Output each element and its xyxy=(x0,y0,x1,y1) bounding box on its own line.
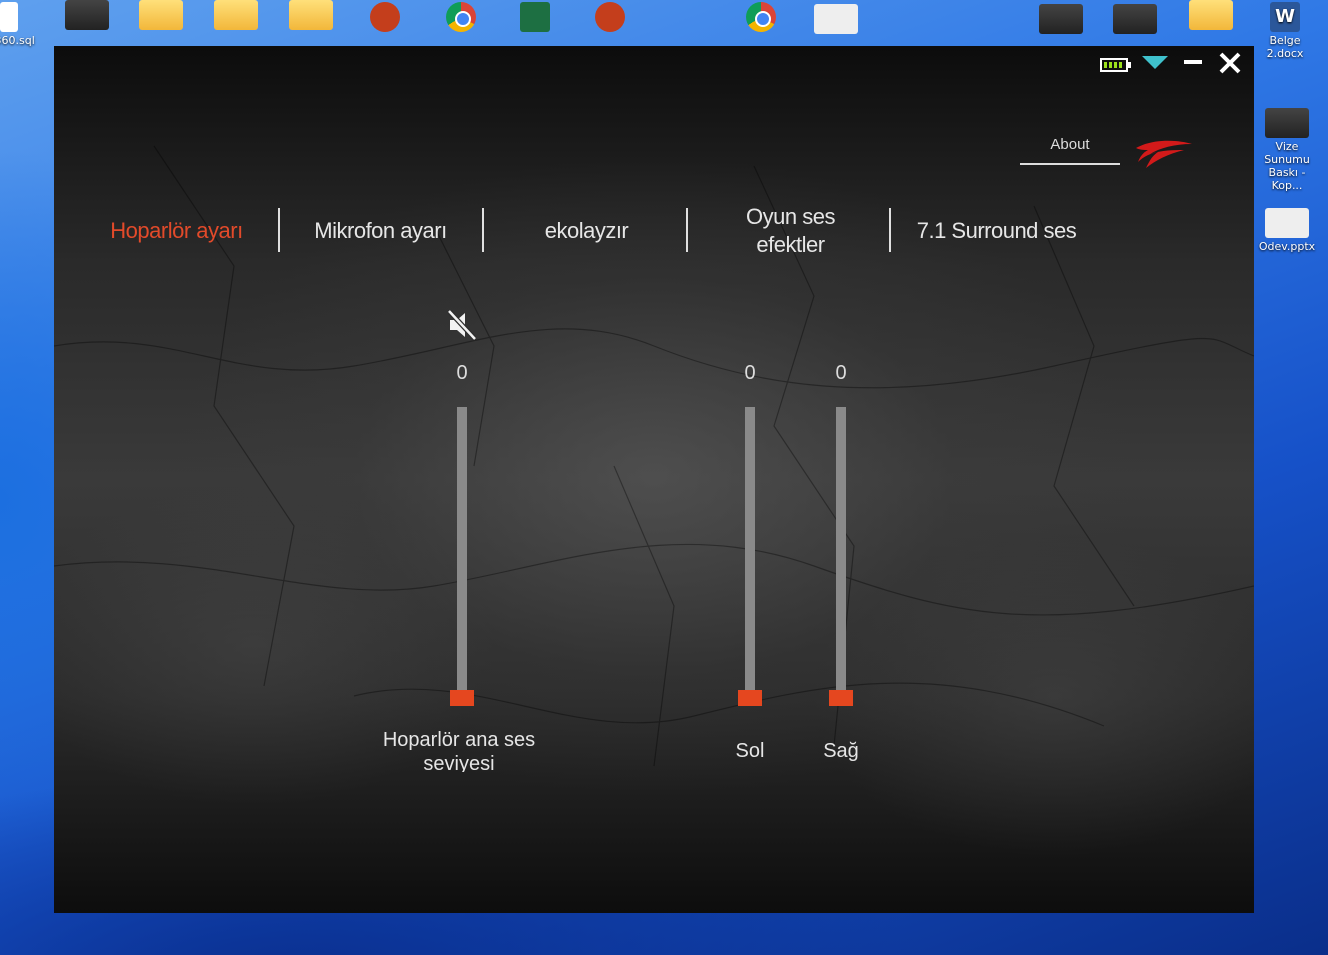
right-channel-slider-handle[interactable] xyxy=(829,690,853,706)
left-channel-slider-track[interactable] xyxy=(745,407,755,697)
folder-icon xyxy=(139,0,183,30)
desktop-folder[interactable] xyxy=(1176,0,1246,32)
desktop-icon-label: ar360.sql xyxy=(0,34,35,47)
desktop-folder[interactable] xyxy=(126,0,196,32)
desktop-thumb[interactable] xyxy=(801,4,871,36)
folder-icon xyxy=(1189,0,1233,30)
desktop-thumb[interactable] xyxy=(1026,4,1096,36)
main-volume-value: 0 xyxy=(456,362,468,384)
desktop-chrome[interactable] xyxy=(726,2,796,34)
tab-game-sound-effects[interactable]: Oyun ses efektler xyxy=(734,204,847,257)
desktop-pptx[interactable] xyxy=(350,2,420,34)
tab-divider xyxy=(686,208,688,252)
main-volume-slider-handle[interactable] xyxy=(450,690,474,706)
desktop-folder[interactable] xyxy=(276,0,346,32)
tab-equalizer[interactable]: ekolayzır xyxy=(499,208,674,253)
desktop-file-pptx[interactable]: Odev.pptx xyxy=(1252,208,1322,253)
right-channel-label: Sağ xyxy=(823,740,859,762)
tab-divider xyxy=(889,208,891,252)
main-volume-label: Hoparlör ana ses seviyesi xyxy=(382,729,536,772)
desktop-file-sql[interactable]: ar360.sql xyxy=(0,2,44,47)
folder-icon xyxy=(214,0,258,30)
desktop-chrome[interactable] xyxy=(426,2,496,34)
brand-logo-icon xyxy=(1136,140,1192,168)
presentation-thumbnail-icon xyxy=(1265,208,1309,238)
left-channel-label: Sol xyxy=(735,740,765,762)
document-icon xyxy=(0,2,18,32)
desktop-icon-label: Vize Sunumu Baskı - Kop... xyxy=(1264,140,1310,192)
desktop-folder[interactable] xyxy=(201,0,271,32)
word-icon: W xyxy=(1270,2,1300,32)
presentation-thumbnail-icon xyxy=(1265,108,1309,138)
dropdown-triangle-icon[interactable] xyxy=(1142,56,1168,70)
powerpoint-icon xyxy=(370,2,400,32)
tab-divider xyxy=(278,208,280,252)
stone-texture xyxy=(54,145,1254,767)
desktop-excel[interactable] xyxy=(500,2,570,34)
tab-surround-sound[interactable]: 7.1 Surround ses xyxy=(904,208,1089,253)
tab-microphone-settings[interactable]: Mikrofon ayarı xyxy=(294,208,467,253)
desktop-file-pptx[interactable]: Vize Sunumu Baskı - Kop... xyxy=(1252,108,1322,192)
desktop-thumb[interactable] xyxy=(1100,4,1170,36)
chrome-icon xyxy=(446,2,476,32)
tab-speaker-settings[interactable]: Hoparlör ayarı xyxy=(94,208,259,253)
desktop-thumb[interactable] xyxy=(52,0,122,32)
main-volume-slider-track[interactable] xyxy=(457,407,467,697)
minimize-button[interactable] xyxy=(1184,60,1202,64)
screenshot-icon xyxy=(65,0,109,30)
right-channel-slider-track[interactable] xyxy=(836,407,846,697)
desktop-pptx[interactable] xyxy=(575,2,645,34)
presentation-thumbnail-icon xyxy=(1113,4,1157,34)
speaker-muted-icon[interactable] xyxy=(448,310,476,340)
battery-icon xyxy=(1100,58,1131,72)
presentation-thumbnail-icon xyxy=(814,4,858,34)
audio-settings-window: About Hoparlör ayarı Mikrofon ayarı ekol… xyxy=(54,46,1254,913)
about-link[interactable]: About xyxy=(1020,136,1120,165)
left-channel-slider-handle[interactable] xyxy=(738,690,762,706)
powerpoint-icon xyxy=(595,2,625,32)
chrome-icon xyxy=(746,2,776,32)
presentation-thumbnail-icon xyxy=(1039,4,1083,34)
desktop-file-word[interactable]: W Belge 2.docx xyxy=(1250,2,1320,60)
desktop-icon-label: Odev.pptx xyxy=(1258,240,1316,253)
tab-divider xyxy=(482,208,484,252)
right-channel-value: 0 xyxy=(835,362,847,384)
excel-icon xyxy=(520,2,550,32)
close-icon[interactable] xyxy=(1219,52,1241,74)
desktop-icon-label: Belge 2.docx xyxy=(1266,34,1304,60)
folder-icon xyxy=(289,0,333,30)
left-channel-value: 0 xyxy=(744,362,756,384)
